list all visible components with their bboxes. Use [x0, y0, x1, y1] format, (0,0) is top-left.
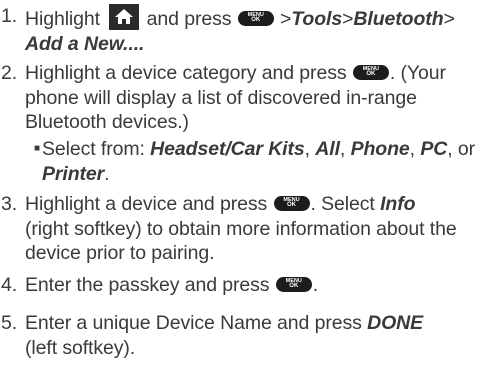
sub-bullet-intro: Select from: — [42, 138, 145, 160]
step-text: Highlight a device and press MENU OK. Sel… — [25, 192, 484, 266]
step-text: Enter a unique Device Name and press DON… — [25, 311, 484, 360]
step-2: 2. Highlight a device category and press… — [0, 61, 484, 135]
step-text-fragment: and press — [146, 8, 232, 30]
menu-ok-key-icon: MENU OK — [275, 277, 312, 292]
step-1: 1. Highlight and press MENU OK >Tools>Blu… — [0, 4, 484, 56]
step-text: Highlight a device category and press ME… — [25, 61, 484, 135]
step-text-fragment: . Select — [310, 193, 375, 215]
step-text-fragment: . (Your — [389, 62, 446, 84]
step-text: Highlight and press MENU OK >Tools>Blueto… — [25, 4, 484, 56]
option-phone: Phone — [350, 138, 410, 160]
option-all: All — [315, 138, 340, 160]
option-pc: PC — [420, 138, 448, 160]
step-text-line: Bluetooth devices.) — [25, 111, 189, 133]
step-number: 5. — [1, 312, 18, 334]
bullet-icon: ■ — [34, 143, 40, 154]
step-5: 5. Enter a unique Device Name and press … — [0, 311, 484, 360]
sub-bullet-text: Select from: Headset/Car Kits, All, Phon… — [42, 138, 475, 185]
instructions-page: 1. Highlight and press MENU OK >Tools>Blu… — [0, 0, 488, 371]
nav-separator: > — [342, 8, 354, 30]
step-number: 3. — [1, 193, 18, 215]
step-text-fragment: Enter a unique Device Name and press — [25, 312, 362, 334]
step-number: 1. — [1, 5, 18, 27]
step-3: 3. Highlight a device and press MENU OK. … — [0, 192, 484, 266]
nav-separator: > — [280, 8, 292, 30]
step-text-line: device prior to pairing. — [25, 242, 215, 264]
step-text-line: (right softkey) to obtain more informati… — [25, 217, 457, 240]
nav-separator: > — [443, 8, 455, 30]
step-text: Enter the passkey and press MENU OK. — [25, 273, 484, 298]
step-number: 2. — [1, 62, 18, 84]
info-softkey-label: Info — [380, 193, 416, 215]
menu-ok-key-icon: MENU OK — [273, 196, 310, 211]
nav-add-new: Add a New.... — [25, 32, 145, 55]
step-number: 4. — [1, 274, 18, 296]
nav-bluetooth: Bluetooth — [353, 8, 444, 30]
step-4: 4. Enter the passkey and press MENU OK. — [0, 273, 484, 298]
category-options: ■ Select from: Headset/Car Kits, All, Ph… — [34, 137, 484, 186]
step-text-line: phone will display a list of discovered … — [25, 86, 417, 109]
step-text-fragment: Highlight a device and press — [25, 193, 268, 215]
menu-ok-key-icon: MENU OK — [352, 65, 389, 80]
step-text-fragment: . — [312, 274, 319, 296]
option-printer: Printer — [42, 162, 105, 185]
menu-ok-key-icon: MENU OK — [237, 11, 274, 26]
step-text-fragment: Enter the passkey and press — [25, 274, 270, 296]
step-text-fragment: Highlight a device category and press — [25, 62, 347, 84]
option-headset-car-kits: Headset/Car Kits — [150, 138, 305, 160]
done-softkey-label: DONE — [367, 312, 424, 334]
home-icon — [109, 4, 140, 30]
step-text-fragment: Highlight — [25, 8, 100, 30]
step-text-line: (left softkey). — [25, 336, 136, 359]
nav-tools: Tools — [291, 8, 343, 30]
